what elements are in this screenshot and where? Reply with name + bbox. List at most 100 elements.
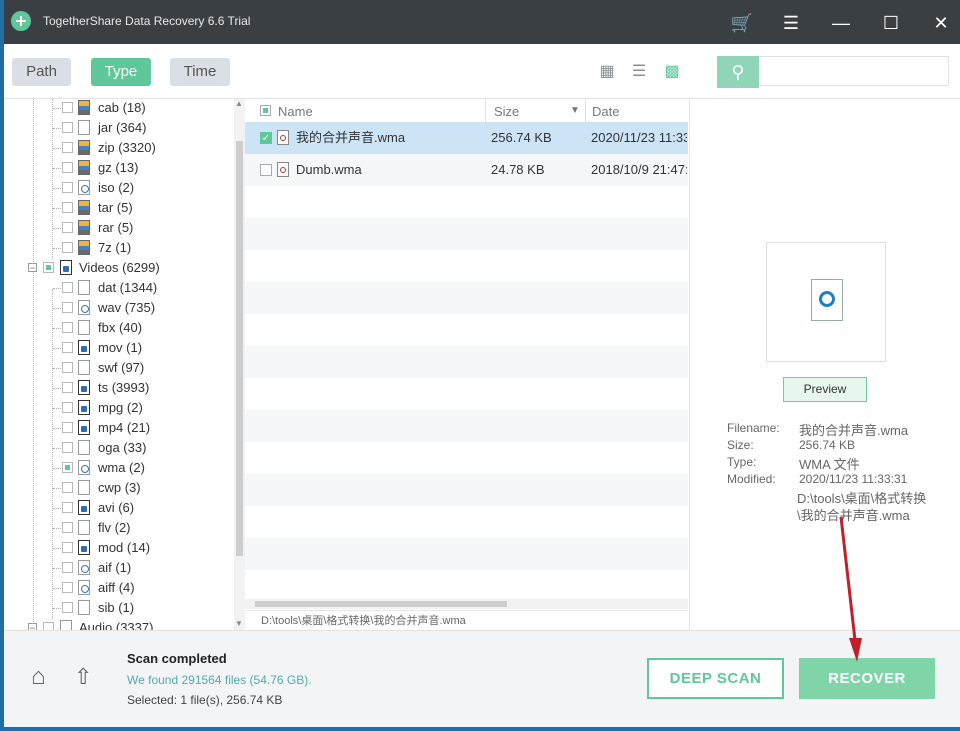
preview-button[interactable]: Preview xyxy=(783,377,867,402)
search-icon[interactable]: ⚲ xyxy=(717,56,759,88)
collapse-toggle-icon[interactable]: − xyxy=(28,263,37,273)
tree-item[interactable]: mpg (2) xyxy=(4,398,232,418)
tree-checkbox[interactable] xyxy=(62,242,73,253)
row-checkbox[interactable]: ✓ xyxy=(260,132,272,144)
tree-checkbox[interactable] xyxy=(62,142,73,153)
collapse-toggle-icon[interactable]: − xyxy=(28,623,37,630)
grid-view-icon[interactable]: ▦ xyxy=(598,63,616,81)
tree-checkbox[interactable] xyxy=(62,342,73,353)
sort-desc-icon[interactable]: ▼ xyxy=(570,105,580,116)
modified-value: 2020/11/23 11:33:31 xyxy=(799,472,908,486)
tree-item[interactable]: wma (2) xyxy=(4,458,232,478)
tree-checkbox[interactable] xyxy=(62,482,73,493)
tree-item[interactable]: mod (14) xyxy=(4,538,232,558)
tree-item[interactable]: avi (6) xyxy=(4,498,232,518)
tree-item[interactable]: cwp (3) xyxy=(4,478,232,498)
scroll-down-icon[interactable]: ▼ xyxy=(235,619,243,628)
tree-checkbox[interactable] xyxy=(62,182,73,193)
tree-checkbox[interactable] xyxy=(62,382,73,393)
tree-item[interactable]: aiff (4) xyxy=(4,578,232,598)
tree-checkbox[interactable] xyxy=(62,582,73,593)
tree-item[interactable]: ts (3993) xyxy=(4,378,232,398)
tree-checkbox[interactable] xyxy=(62,122,73,133)
search-input[interactable] xyxy=(759,56,949,86)
tab-time[interactable]: Time xyxy=(170,58,230,86)
tree-checkbox[interactable] xyxy=(62,362,73,373)
column-size[interactable]: Size xyxy=(494,104,519,119)
tree-group[interactable]: − Audio (3337) xyxy=(4,618,232,630)
tree-item[interactable]: cab (18) xyxy=(4,99,232,118)
home-icon[interactable]: ⌂ xyxy=(31,664,57,690)
tree-checkbox[interactable] xyxy=(62,322,73,333)
tree-item[interactable]: gz (13) xyxy=(4,158,232,178)
size-label: Size: xyxy=(727,438,754,452)
menu-icon[interactable]: ☰ xyxy=(779,12,803,34)
tree-item[interactable]: mov (1) xyxy=(4,338,232,358)
select-all-checkbox[interactable] xyxy=(260,105,271,116)
file-name: 我的合并声音.wma xyxy=(296,130,406,145)
export-icon[interactable]: ⇧ xyxy=(74,664,100,690)
file-row[interactable]: ✓ 我的合并声音.wma 256.74 KB 2020/11/23 11:33:… xyxy=(245,122,688,154)
column-name[interactable]: Name xyxy=(278,104,313,119)
scroll-up-icon[interactable]: ▲ xyxy=(235,99,243,108)
tree-item-label: swf (97) xyxy=(98,360,145,375)
tree-checkbox[interactable] xyxy=(62,402,73,413)
minimize-icon[interactable]: — xyxy=(829,12,853,34)
tree-item[interactable]: sib (1) xyxy=(4,598,232,618)
tree-item-label: wav (735) xyxy=(98,300,156,315)
column-date[interactable]: Date xyxy=(592,104,619,119)
tree-item[interactable]: tar (5) xyxy=(4,198,232,218)
tree-checkbox[interactable] xyxy=(62,422,73,433)
file-list-hscrollbar[interactable] xyxy=(245,599,688,609)
tree-checkbox[interactable] xyxy=(62,602,73,613)
path-value-line2: \我的合并声音.wma xyxy=(797,508,910,523)
tree-item[interactable]: flv (2) xyxy=(4,518,232,538)
detail-view-icon[interactable]: ▩ xyxy=(663,63,681,81)
tree-scrollbar-thumb[interactable] xyxy=(236,141,243,556)
tree-checkbox[interactable] xyxy=(62,502,73,513)
tree-checkbox[interactable] xyxy=(62,302,73,313)
deep-scan-button[interactable]: DEEP SCAN xyxy=(647,658,784,699)
media-icon xyxy=(78,340,90,355)
tree-checkbox[interactable] xyxy=(62,222,73,233)
tree-item-label: ts (3993) xyxy=(98,380,150,395)
tree-scrollbar[interactable]: ▲ ▼ xyxy=(234,99,245,630)
tree-checkbox[interactable] xyxy=(43,262,54,273)
tree-checkbox[interactable] xyxy=(62,282,73,293)
tree-item[interactable]: rar (5) xyxy=(4,218,232,238)
tree-checkbox[interactable] xyxy=(62,462,73,473)
tree-item[interactable]: wav (735) xyxy=(4,298,232,318)
list-view-icon[interactable]: ☰ xyxy=(630,63,648,81)
tree-group[interactable]: − Videos (6299) xyxy=(4,258,232,278)
tab-path[interactable]: Path xyxy=(12,58,71,86)
hscrollbar-thumb[interactable] xyxy=(255,601,507,607)
tree-checkbox[interactable] xyxy=(62,202,73,213)
tree-item-label: Audio (3337) xyxy=(79,620,154,630)
tree-checkbox[interactable] xyxy=(62,542,73,553)
tree-checkbox[interactable] xyxy=(62,442,73,453)
tree-item[interactable]: dat (1344) xyxy=(4,278,232,298)
recover-button[interactable]: RECOVER xyxy=(799,658,935,699)
tab-type[interactable]: Type xyxy=(91,58,151,86)
tree-checkbox[interactable] xyxy=(62,162,73,173)
file-row[interactable]: Dumb.wma 24.78 KB 2018/10/9 21:47: xyxy=(245,154,688,186)
cart-icon[interactable]: 🛒 xyxy=(730,12,754,34)
tree-item[interactable]: jar (364) xyxy=(4,118,232,138)
tree-item[interactable]: oga (33) xyxy=(4,438,232,458)
close-icon[interactable]: ✕ xyxy=(929,12,953,34)
tree-item[interactable]: 7z (1) xyxy=(4,238,232,258)
row-checkbox[interactable] xyxy=(260,164,272,176)
tree-checkbox[interactable] xyxy=(62,562,73,573)
tree-item[interactable]: mp4 (21) xyxy=(4,418,232,438)
tree-item[interactable]: zip (3320) xyxy=(4,138,232,158)
tree-checkbox[interactable] xyxy=(62,102,73,113)
tree-item[interactable]: iso (2) xyxy=(4,178,232,198)
tree-item[interactable]: fbx (40) xyxy=(4,318,232,338)
tree-checkbox[interactable] xyxy=(43,622,54,630)
file-size: 256.74 KB xyxy=(491,130,552,145)
maximize-icon[interactable]: ☐ xyxy=(879,12,903,34)
tree-item[interactable]: swf (97) xyxy=(4,358,232,378)
tree-item-label: tar (5) xyxy=(98,200,133,215)
tree-checkbox[interactable] xyxy=(62,522,73,533)
tree-item[interactable]: aif (1) xyxy=(4,558,232,578)
